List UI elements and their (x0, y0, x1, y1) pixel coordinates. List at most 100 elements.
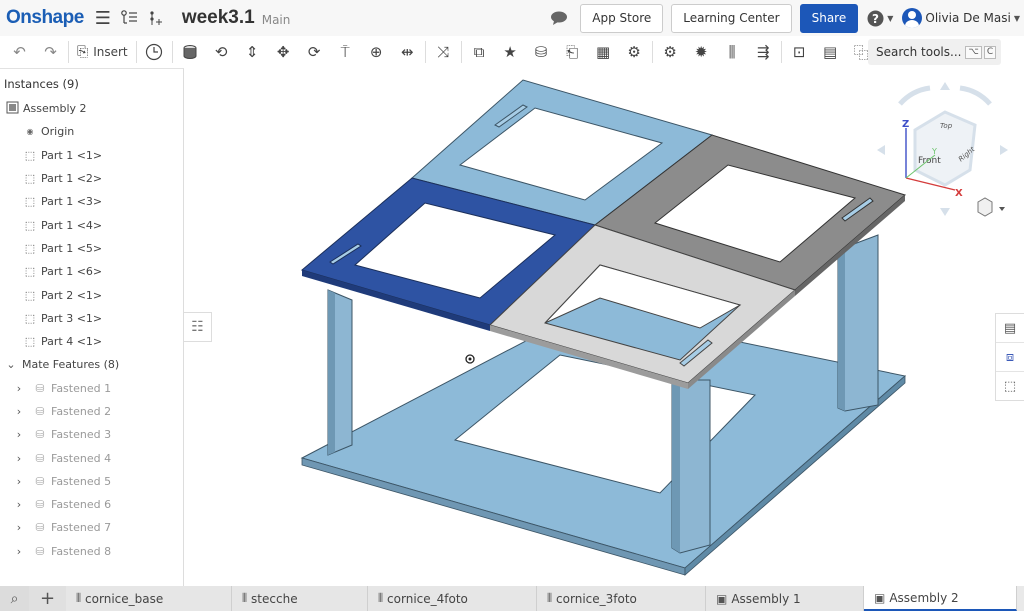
toolbar-divider (424, 41, 426, 63)
history-icon[interactable] (139, 39, 170, 65)
fasten-mate-icon: ⛁ (35, 544, 45, 558)
axis-z-label: Z (902, 119, 909, 130)
bom-panel-button[interactable]: ⧈ (996, 343, 1024, 372)
tangent-mate-icon[interactable]: ⤨ (428, 39, 459, 65)
share-button[interactable]: Share (799, 3, 859, 33)
gear-relation-icon[interactable]: ⚙ (619, 39, 650, 65)
tree-item-part[interactable]: ⬚ Part 1 <2> (0, 167, 183, 190)
fasten-mate-icon: ⛁ (35, 381, 45, 395)
chevron-right-icon[interactable]: › (12, 382, 26, 395)
chevron-down-icon[interactable]: ⌄ (4, 358, 18, 371)
part-studio-icon: ⫴ (547, 591, 553, 605)
screw-relation-icon[interactable]: ✹ (686, 39, 717, 65)
tree-item-part[interactable]: ⬚ Part 3 <1> (0, 307, 183, 330)
leg[interactable] (837, 234, 879, 412)
tab-cornice-3foto[interactable]: ⫴ cornice_3foto (537, 586, 706, 611)
leg[interactable] (671, 379, 711, 554)
mate-item[interactable]: › ⛁ Fastened 7 (0, 516, 183, 539)
rack-pinion-relation-icon[interactable]: ⚙ (655, 39, 686, 65)
fasten-mate-icon[interactable] (175, 39, 206, 65)
planar-mate-icon[interactable]: ✥ (268, 39, 299, 65)
mate-item[interactable]: › ⛁ Fastened 1 (0, 377, 183, 400)
help-menu[interactable]: ? ▼ (867, 10, 893, 27)
mate-features-label: Mate Features (8) (22, 358, 120, 372)
chat-bubble-icon[interactable] (548, 7, 570, 29)
learning-center-button[interactable]: Learning Center (671, 3, 792, 33)
hamburger-menu-icon[interactable]: ☰ (92, 7, 114, 29)
tree-item-part[interactable]: ⬚ Part 1 <6> (0, 260, 183, 283)
explode-icon[interactable]: ⇶ (748, 39, 779, 65)
redo-icon[interactable]: ↷ (35, 39, 66, 65)
appearance-panel-button[interactable]: ▤ (996, 314, 1024, 343)
revolute-mate-icon[interactable]: ⟲ (206, 39, 237, 65)
instances-header: Instances (9) (4, 77, 79, 91)
toggle-panel-button[interactable]: ☷ (184, 312, 212, 342)
mate-item[interactable]: › ⛁ Fastened 6 (0, 493, 183, 516)
group-icon[interactable]: ⧉ (464, 39, 495, 65)
chevron-right-icon[interactable]: › (12, 405, 26, 418)
named-views-icon[interactable]: ▤ (815, 39, 846, 65)
pin-slot-mate-icon[interactable]: ⍑ (330, 39, 361, 65)
fasten-mate-icon: ⛁ (35, 474, 45, 488)
display-states-icon[interactable]: ⊡ (784, 39, 815, 65)
mate-item[interactable]: › ⛁ Fastened 5 (0, 470, 183, 493)
mate-label: Fastened 1 (51, 381, 112, 395)
cylindrical-mate-icon[interactable]: ⟳ (299, 39, 330, 65)
tab-stecche[interactable]: ⫴ stecche (232, 586, 368, 611)
ball-mate-icon[interactable]: ⊕ (361, 39, 392, 65)
linear-pattern-icon[interactable]: ⎗ (557, 39, 588, 65)
chevron-right-icon[interactable]: › (12, 521, 26, 534)
mate-item[interactable]: › ⛁ Fastened 4 (0, 446, 183, 469)
parallel-mate-icon[interactable]: ⇹ (392, 39, 423, 65)
assembly-model[interactable]: Top Front Right Z X Y (185, 68, 1024, 586)
tab-cornice-base[interactable]: ⫴ cornice_base (66, 586, 232, 611)
document-title[interactable]: week3.1 (182, 7, 255, 29)
undo-icon[interactable]: ↶ (4, 39, 35, 65)
chevron-right-icon[interactable]: › (12, 545, 26, 558)
fasten-mate-icon: ⛁ (35, 405, 45, 418)
search-tools-input[interactable]: Search tools... ⌥ C (868, 39, 1001, 65)
tree-item-part[interactable]: ⬚ Part 1 <5> (0, 237, 183, 260)
toolbar-divider (68, 41, 69, 63)
feature-list-icon[interactable] (118, 7, 140, 29)
replicate-icon[interactable]: ⛁ (526, 39, 557, 65)
tree-item-part[interactable]: ⬚ Part 1 <3> (0, 190, 183, 213)
mate-features-header[interactable]: ⌄ Mate Features (8) (0, 353, 183, 376)
tree-item-part[interactable]: ⬚ Part 1 <1> (0, 144, 183, 167)
tab-manager-button[interactable]: ⌕ (0, 586, 29, 611)
app-store-button[interactable]: App Store (580, 3, 664, 33)
tab-assembly-2[interactable]: ▣ Assembly 2 (864, 586, 1017, 611)
branch-versions-icon[interactable] (144, 7, 166, 29)
graphics-viewport[interactable]: Top Front Right Z X Y (185, 68, 1024, 586)
onshape-logo[interactable]: Onshape (6, 7, 84, 29)
insert-button[interactable]: ⎘ Insert (71, 44, 134, 60)
linear-relation-icon[interactable]: ⫼ (717, 39, 748, 65)
circular-pattern-icon[interactable]: ▦ (588, 39, 619, 65)
chevron-right-icon[interactable]: › (12, 428, 26, 441)
chevron-right-icon[interactable]: › (12, 452, 26, 465)
tab-assembly-1[interactable]: ▣ Assembly 1 (706, 586, 864, 611)
mate-label: Fastened 6 (51, 498, 112, 512)
mate-item[interactable]: › ⛁ Fastened 3 (0, 423, 183, 446)
origin-marker[interactable] (465, 354, 475, 364)
chevron-right-icon[interactable]: › (12, 475, 26, 488)
mate-connector-icon[interactable]: ★ (495, 39, 526, 65)
assembly-icon: ▣ (874, 590, 886, 605)
mate-connector-panel-button[interactable]: ⬚ (996, 372, 1024, 401)
leg[interactable] (327, 289, 353, 456)
user-menu[interactable]: Olivia De Masi ▼ (902, 8, 1020, 28)
tree-item-part[interactable]: ⬚ Part 2 <1> (0, 283, 183, 306)
tree-item-part[interactable]: ⬚ Part 4 <1> (0, 330, 183, 353)
mate-item[interactable]: › ⛁ Fastened 2 (0, 400, 183, 423)
chevron-right-icon[interactable]: › (12, 498, 26, 511)
tab-cornice-4foto[interactable]: ⫴ cornice_4foto (368, 586, 537, 611)
tree-item-origin[interactable]: ◉ Origin (0, 120, 183, 143)
mate-item[interactable]: › ⛁ Fastened 8 (0, 540, 183, 563)
view-options-menu[interactable] (977, 197, 1005, 217)
fasten-mate-icon: ⛁ (35, 521, 45, 535)
toolbar-divider (171, 41, 173, 63)
add-tab-button[interactable]: + (29, 586, 66, 611)
tree-item-part[interactable]: ⬚ Part 1 <4> (0, 213, 183, 236)
slider-mate-icon[interactable]: ⇕ (237, 39, 268, 65)
tree-item-assembly[interactable]: Assembly 2 (0, 97, 183, 120)
